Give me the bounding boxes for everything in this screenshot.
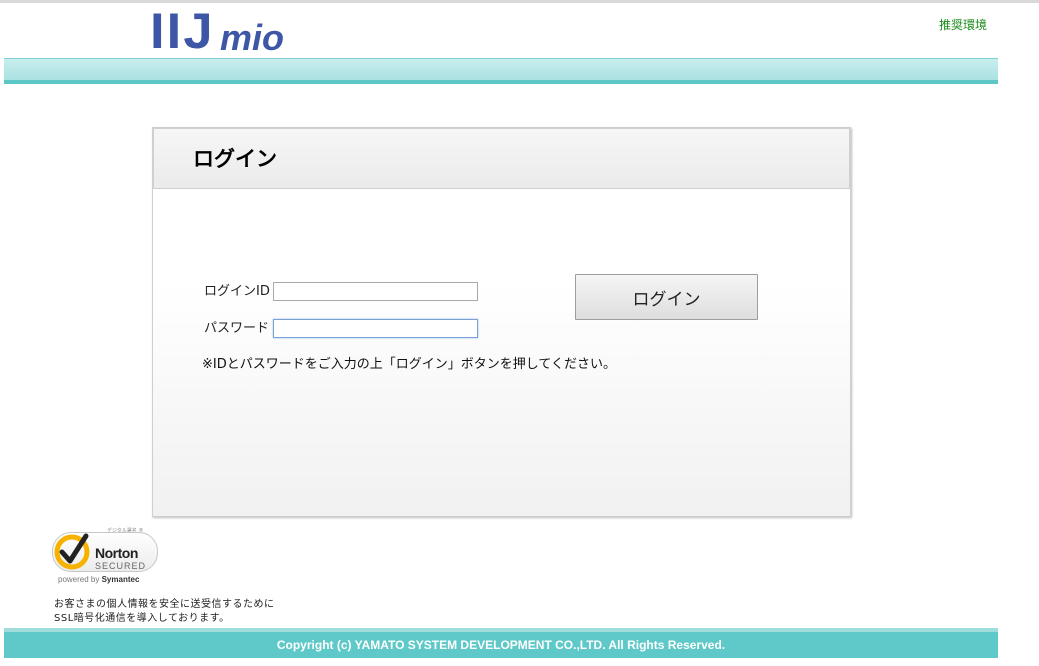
logo-sub-text: mio (220, 17, 285, 58)
header-band-accent (4, 80, 998, 84)
password-input[interactable] (273, 319, 478, 338)
logo-main-text: IIJ (150, 3, 215, 59)
page-title: ログイン (193, 147, 277, 171)
ssl-notice: お客さまの個人情報を安全に送受信するために SSL暗号化通信を導入しております。 (54, 598, 275, 626)
password-label: パスワード (204, 321, 270, 336)
seal-badge: Norton SECURED (52, 532, 158, 572)
login-instructions: ※IDとパスワードをご入力の上「ログイン」ボタンを押してください。 (202, 357, 616, 372)
footer-copyright: Copyright (c) YAMATO SYSTEM DEVELOPMENT … (4, 632, 998, 658)
login-panel: ログイン ログインID パスワード ログイン ※IDとパスワードをご入力の上「ロ… (152, 127, 851, 517)
iijmio-logo[interactable]: IIJ mio (150, 3, 320, 59)
seal-powered-brand: Symantec (101, 575, 140, 584)
ssl-notice-line1: お客さまの個人情報を安全に送受信するために (54, 599, 275, 610)
seal-name: Norton (95, 545, 138, 561)
checkmark-icon (54, 533, 90, 570)
ssl-notice-line2: SSL暗号化通信を導入しております。 (54, 613, 230, 624)
recommended-environment-link[interactable]: 推奨環境 (939, 17, 987, 33)
norton-secured-seal[interactable]: デジタル署名 ® Norton SECURED powered by Syman… (52, 527, 162, 587)
seal-secured-text: SECURED (95, 561, 147, 571)
login-button[interactable]: ログイン (575, 274, 758, 320)
login-id-label: ログインID (204, 284, 270, 299)
login-panel-header: ログイン (153, 128, 850, 189)
login-id-input[interactable] (273, 282, 478, 301)
header-band (4, 58, 998, 81)
seal-powered-by: powered by Symantec (58, 575, 139, 584)
seal-powered-prefix: powered by (58, 575, 102, 584)
